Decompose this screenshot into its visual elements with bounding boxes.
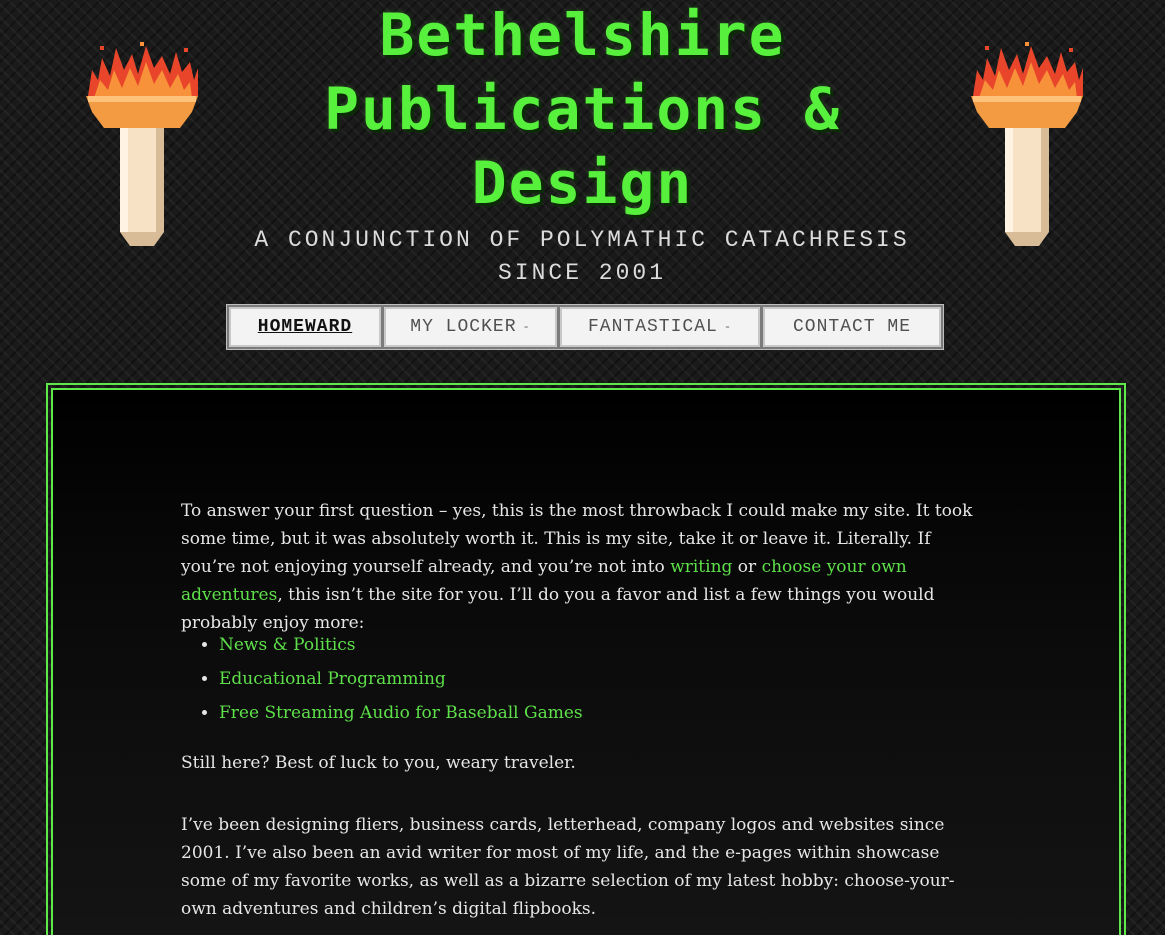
nav-item-label: HOMEWARD <box>257 317 353 337</box>
site-title-line1: Bethelshire <box>379 1 786 69</box>
torch-icon <box>971 42 1083 246</box>
main-nav: HOMEWARD MY LOCKER - FANTASTICAL - CONTA… <box>226 304 944 350</box>
news-politics-link[interactable]: News & Politics <box>219 635 356 655</box>
writing-link[interactable]: writing <box>670 557 732 577</box>
dropdown-caret-icon: - <box>522 320 531 334</box>
intro-text-after: , this isn’t the site for you. I’ll do y… <box>181 585 935 633</box>
intro-paragraph: To answer your first question – yes, thi… <box>181 497 981 637</box>
list-item: Educational Programming <box>219 662 583 696</box>
nav-item-contact-me[interactable]: CONTACT ME <box>763 307 941 347</box>
dropdown-caret-icon: - <box>723 320 733 334</box>
nav-item-homeward[interactable]: HOMEWARD <box>229 307 381 347</box>
site-title-line3: Design <box>471 149 694 217</box>
tagline-line2: SINCE 2001 <box>497 260 667 286</box>
site-title[interactable]: Bethelshire Publications & Design <box>300 0 865 220</box>
nav-item-label: FANTASTICAL <box>587 317 718 337</box>
intro-text-between: or <box>732 557 762 577</box>
tagline-line1: A CONJUNCTION OF POLYMATHIC CATACHRESIS <box>254 227 910 253</box>
alternatives-list: News & Politics Educational Programming … <box>181 628 583 730</box>
about-paragraph: I’ve been designing fliers, business car… <box>181 815 955 919</box>
nav-item-label: CONTACT ME <box>792 317 912 337</box>
site-title-line2: Publications & <box>324 75 841 143</box>
baseball-audio-link[interactable]: Free Streaming Audio for Baseball Games <box>219 703 583 723</box>
educational-programming-link[interactable]: Educational Programming <box>219 669 446 689</box>
torch-icon-left <box>80 40 204 250</box>
nav-item-my-locker[interactable]: MY LOCKER - <box>384 307 557 347</box>
list-item: News & Politics <box>219 628 583 662</box>
nav-item-fantastical[interactable]: FANTASTICAL - <box>560 307 760 347</box>
nav-item-label: MY LOCKER <box>410 317 517 337</box>
tagline: A CONJUNCTION OF POLYMATHIC CATACHRESIS … <box>232 224 932 290</box>
torch-icon <box>86 42 198 246</box>
still-here-paragraph: Still here? Best of luck to you, weary t… <box>181 753 576 773</box>
torch-icon-right <box>965 40 1089 250</box>
list-item: Free Streaming Audio for Baseball Games <box>219 696 583 730</box>
